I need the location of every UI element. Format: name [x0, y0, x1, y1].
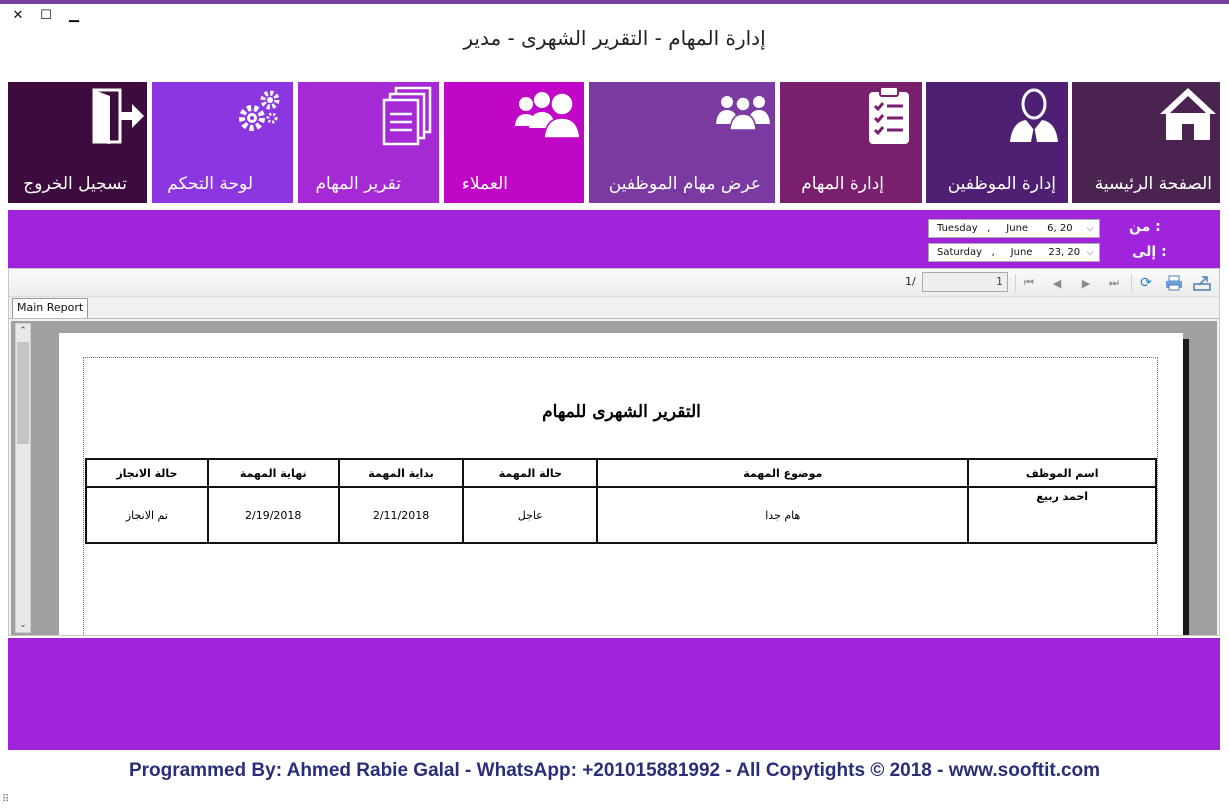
documents-icon [382, 86, 432, 146]
tile-home[interactable]: الصفحة الرئيسية [1072, 82, 1220, 203]
tile-control-panel-label: لوحة التحكم [167, 174, 253, 194]
to-date-picker[interactable]: Saturday , June 23, 20 ⌵ [928, 243, 1100, 262]
tab-main-report[interactable]: Main Report [12, 298, 89, 318]
page-number-input[interactable]: 1 [922, 272, 1008, 292]
tile-tasks-label: إدارة المهام [801, 174, 884, 194]
tile-logout-label: تسجيل الخروج [23, 174, 127, 194]
minimize-window-icon[interactable]: ▁ [66, 8, 82, 23]
gears-icon [239, 90, 280, 131]
to-date-label: إلى : [1132, 244, 1167, 260]
resize-grip-icon[interactable]: ⠿ [2, 794, 9, 805]
clipboard-checklist-icon [869, 86, 909, 144]
filter-band: من : Tuesday , June 6, 20 ⌵ إلى : Saturd… [8, 210, 1220, 268]
header-start: بداية المهمة [337, 458, 465, 488]
toolbar-separator [1015, 274, 1016, 292]
header-subject: موضوع المهمة [596, 458, 970, 488]
group-icon [716, 96, 770, 131]
scroll-down-icon[interactable]: ⌄ [16, 618, 30, 632]
tile-employee-management[interactable]: إدارة الموظفين [926, 82, 1068, 203]
first-page-icon[interactable]: ⏮ [1020, 274, 1038, 292]
scroll-up-icon[interactable]: ⌃ [16, 324, 30, 338]
from-date-picker[interactable]: Tuesday , June 6, 20 ⌵ [928, 219, 1100, 238]
navigation-tiles: الصفحة الرئيسية إدارة الموظفين إدارة الم… [8, 82, 1220, 204]
tile-task-reports-label: تقرير المهام [315, 174, 402, 194]
tile-logout[interactable]: تسجيل الخروج [8, 82, 147, 203]
print-icon[interactable] [1165, 274, 1183, 292]
cell-start: 2/11/2018 [337, 486, 465, 544]
close-window-icon[interactable]: ✕ [10, 8, 26, 23]
report-page: التقرير الشهرى للمهام اسم الموظف موضوع ا… [59, 333, 1183, 635]
from-date-label: من : [1129, 219, 1161, 235]
export-icon[interactable] [1193, 274, 1211, 292]
tile-control-panel[interactable]: لوحة التحكم [152, 82, 293, 203]
window-top-border [0, 0, 1229, 4]
maximize-window-icon[interactable]: ☐ [38, 8, 54, 23]
window-controls: ✕ ☐ ▁ [10, 8, 82, 23]
next-page-icon[interactable]: ▶ [1077, 274, 1095, 292]
table-row: احمد ربيع هام جدا عاجل 2/11/2018 2/19/20… [85, 486, 1157, 544]
vertical-scrollbar[interactable]: ⌃ ⌄ [15, 323, 31, 633]
header-employee: اسم الموظف [967, 458, 1157, 488]
tile-customers-label: العملاء [461, 174, 508, 194]
header-status: حالة المهمة [462, 458, 599, 488]
page-count: 1/ [905, 275, 916, 288]
tile-task-reports[interactable]: تقرير المهام [298, 82, 439, 203]
window-title: إدارة المهام - التقرير الشهرى - مدير [463, 26, 766, 50]
last-page-icon[interactable]: ⏭ [1105, 274, 1123, 292]
employee-icon [1010, 88, 1058, 142]
refresh-icon[interactable]: ⟳ [1137, 274, 1155, 292]
cell-status: عاجل [462, 486, 599, 544]
viewer-toolbar: 1/ 1 ⏮ ◀ ▶ ⏭ ⟳ [9, 269, 1219, 297]
to-date-value: Saturday , June 23, 20 [937, 247, 1081, 258]
header-completion: حالة الانجاز [85, 458, 209, 488]
tile-customers[interactable]: العملاء [444, 82, 584, 203]
report-canvas: ⌃ ⌄ التقرير الشهرى للمهام اسم الموظف موض… [11, 321, 1217, 635]
exit-door-icon [92, 88, 144, 144]
report-body: التقرير الشهرى للمهام اسم الموظف موضوع ا… [83, 357, 1158, 635]
cell-subject: هام جدا [596, 486, 970, 544]
home-icon [1160, 88, 1216, 140]
chevron-down-icon[interactable]: ⌵ [1083, 244, 1097, 261]
viewer-tabstrip: Main Report [9, 297, 1219, 319]
from-date-value: Tuesday , June 6, 20 [937, 223, 1073, 234]
tile-employees-label: إدارة الموظفين [947, 174, 1056, 194]
cell-employee: احمد ربيع [967, 486, 1157, 544]
report-title: التقرير الشهرى للمهام [542, 402, 701, 422]
cell-end: 2/19/2018 [206, 486, 340, 544]
tile-home-label: الصفحة الرئيسية [1094, 174, 1212, 194]
tile-task-management[interactable]: إدارة المهام [780, 82, 922, 203]
customers-icon [515, 92, 581, 139]
bottom-band [8, 638, 1220, 750]
chevron-down-icon[interactable]: ⌵ [1083, 220, 1097, 237]
tile-view-employee-tasks[interactable]: عرض مهام الموظفين [589, 82, 775, 203]
report-table: اسم الموظف موضوع المهمة حالة المهمة بداي… [85, 458, 1157, 544]
scroll-thumb[interactable] [17, 342, 29, 444]
tile-view-employee-tasks-label: عرض مهام الموظفين [608, 174, 761, 194]
footer-credit: Programmed By: Ahmed Rabie Galal - Whats… [128, 760, 1101, 781]
cell-completion: تم الانجاز [85, 486, 209, 544]
report-viewer: 1/ 1 ⏮ ◀ ▶ ⏭ ⟳ Main Report ⌃ ⌄ التقرير ا… [8, 268, 1220, 636]
header-end: نهاية المهمة [206, 458, 340, 488]
toolbar-separator [1131, 274, 1132, 292]
table-header-row: اسم الموظف موضوع المهمة حالة المهمة بداي… [85, 458, 1157, 488]
previous-page-icon[interactable]: ◀ [1048, 274, 1066, 292]
